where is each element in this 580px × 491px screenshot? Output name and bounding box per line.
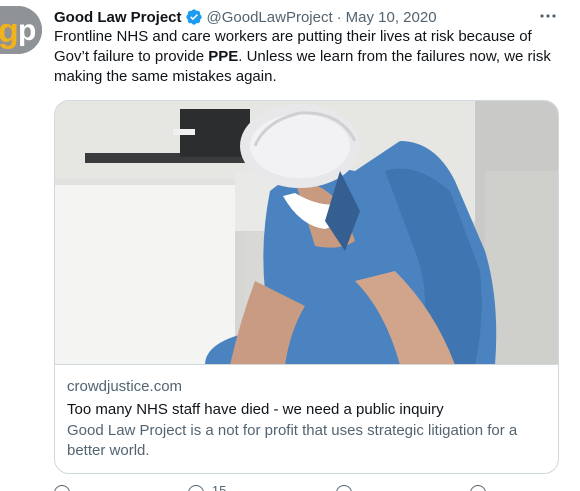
link-card[interactable]: crowdjustice.com Too many NHS staff have… xyxy=(54,100,559,474)
svg-text:g: g xyxy=(0,12,19,50)
like-button[interactable] xyxy=(336,484,360,491)
tweet-actions: 15 xyxy=(54,482,494,491)
tweet-text: Frontline NHS and care workers are putti… xyxy=(54,27,564,87)
heart-icon xyxy=(336,485,353,491)
retweet-icon xyxy=(187,485,204,491)
reply-icon xyxy=(54,485,70,491)
verified-badge-icon xyxy=(185,8,203,26)
more-horizontal-icon[interactable] xyxy=(536,6,560,26)
avatar[interactable]: g p xyxy=(0,6,42,54)
tweet-date[interactable]: May 10, 2020 xyxy=(346,9,437,26)
card-title: Too many NHS staff have died - we need a… xyxy=(67,401,444,418)
author-handle[interactable]: @GoodLawProject xyxy=(207,9,333,26)
card-description: Good Law Project is a not for profit tha… xyxy=(67,422,518,459)
tweet-text-bold: PPE xyxy=(208,48,239,65)
author-name[interactable]: Good Law Project xyxy=(54,9,182,26)
card-text: crowdjustice.com Too many NHS staff have… xyxy=(67,377,547,461)
tweet[interactable]: g p Good Law Project @GoodLawProject · M… xyxy=(0,0,580,491)
card-domain: crowdjustice.com xyxy=(67,378,183,395)
retweet-count: 15 xyxy=(211,482,227,491)
svg-text:p: p xyxy=(18,14,36,47)
card-image[interactable] xyxy=(55,101,558,365)
retweet-button[interactable]: 15 xyxy=(187,482,227,491)
tweet-header: Good Law Project @GoodLawProject · May 1… xyxy=(54,7,437,27)
share-icon xyxy=(470,485,486,491)
reply-button[interactable] xyxy=(54,484,78,491)
header-separator: · xyxy=(336,8,342,26)
share-button[interactable] xyxy=(470,484,494,491)
